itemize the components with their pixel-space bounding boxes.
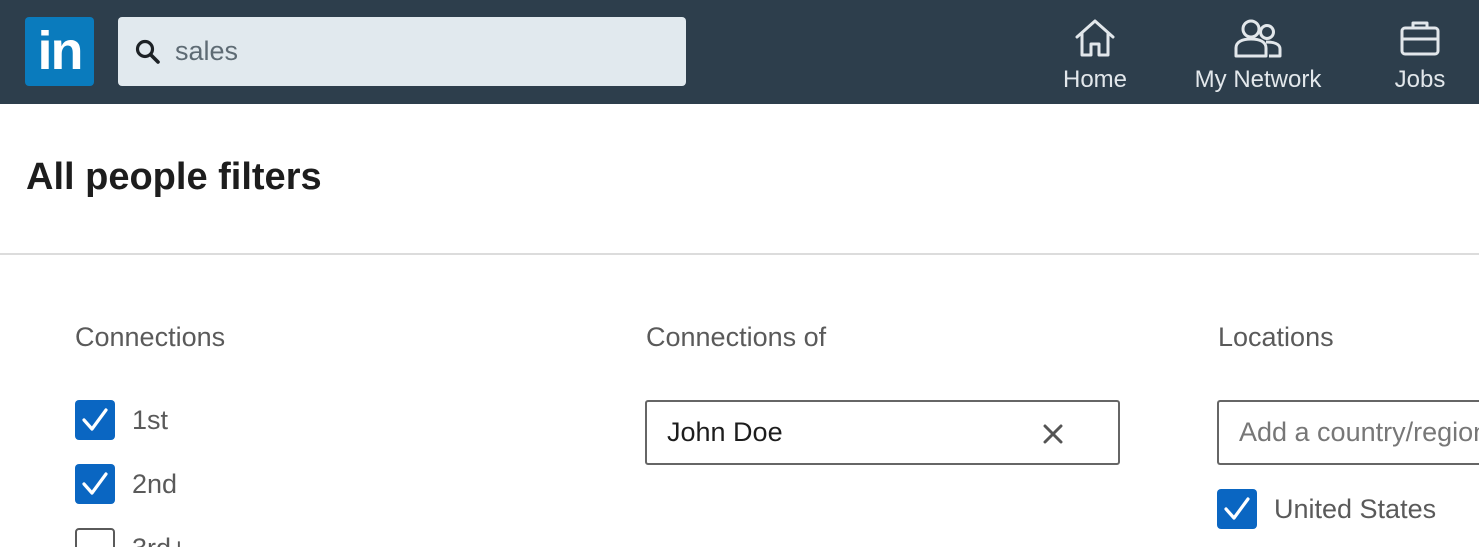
checkbox-label-3rd: 3rd+	[132, 528, 187, 547]
checkbox-label-1st: 1st	[132, 405, 169, 435]
locations-input[interactable]: Add a country/region	[1217, 400, 1479, 465]
locations-placeholder: Add a country/region	[1239, 417, 1479, 447]
nav-home-label: Home	[1062, 66, 1128, 93]
briefcase-icon	[1400, 21, 1440, 56]
checkmark-icon	[82, 408, 108, 431]
search-bar[interactable]: sales	[118, 17, 686, 86]
connections-of-value: John Doe	[667, 417, 783, 447]
checkbox-1st[interactable]	[75, 400, 115, 440]
connections-of-input[interactable]: John Doe	[645, 400, 1120, 465]
locations-filter-title: Locations	[1218, 322, 1334, 352]
checkmark-icon	[1224, 497, 1250, 520]
divider	[0, 253, 1479, 255]
connection-option-3rd[interactable]: 3rd+	[75, 528, 275, 547]
close-icon[interactable]	[1043, 424, 1063, 444]
top-nav-bar: in sales Home My Network Jobs	[0, 0, 1479, 104]
page-title: All people filters	[26, 156, 322, 198]
nav-my-network-label: My Network	[1194, 66, 1322, 93]
checkbox-label-united-states: United States	[1274, 494, 1437, 524]
checkmark-icon	[82, 472, 108, 495]
connection-option-2nd[interactable]: 2nd	[75, 464, 275, 506]
connections-of-filter-title: Connections of	[646, 322, 827, 352]
location-option-united-states[interactable]: United States	[1217, 489, 1479, 531]
nav-jobs-label: Jobs	[1394, 66, 1446, 93]
search-icon	[135, 39, 160, 64]
nav-home[interactable]: Home	[1058, 18, 1132, 98]
checkbox-3rd[interactable]	[75, 528, 115, 547]
search-input[interactable]: sales	[175, 17, 238, 86]
checkbox-label-2nd: 2nd	[132, 469, 178, 499]
nav-jobs[interactable]: Jobs	[1390, 18, 1450, 98]
linkedin-logo[interactable]: in	[25, 17, 94, 86]
checkbox-united-states[interactable]	[1217, 489, 1257, 529]
home-icon	[1075, 19, 1115, 57]
connections-filter-title: Connections	[75, 322, 226, 352]
people-icon	[1234, 19, 1282, 58]
checkbox-2nd[interactable]	[75, 464, 115, 504]
nav-my-network[interactable]: My Network	[1188, 18, 1328, 98]
connection-option-1st[interactable]: 1st	[75, 400, 275, 442]
